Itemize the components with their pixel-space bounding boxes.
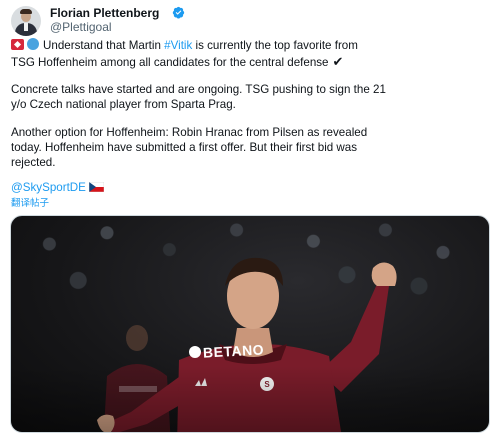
sponsor-logo-icon: [189, 346, 201, 358]
tsg-flag-icon: [11, 39, 24, 50]
tweet-text-line-4: y/o Czech national player from Sparta Pr…: [11, 98, 236, 111]
tweet-text-line-3: Concrete talks have started and are ongo…: [11, 83, 386, 96]
jersey-sponsor-text: BETANO: [202, 341, 265, 361]
verified-badge-icon: [172, 6, 185, 19]
mention-line: @SkySportDE: [11, 180, 104, 195]
tweet-photo[interactable]: S BETANO: [10, 215, 490, 433]
tweet-text-line-5: Another option for Hoffenheim: Robin Hra…: [11, 126, 368, 139]
hashtag-link[interactable]: #Vitik: [164, 39, 192, 52]
author-handle[interactable]: @Plettigoal: [50, 20, 112, 34]
czech-flag-icon: [88, 182, 104, 192]
tweet-text-segment: Understand that Martin: [43, 39, 165, 52]
translate-post-link[interactable]: 翻译帖子: [11, 195, 49, 209]
mention-link[interactable]: @SkySportDE: [11, 181, 86, 194]
tweet-text-segment: TSG Hoffenheim among all candidates for …: [11, 56, 329, 69]
tweet-text-line-6: today. Hoffenheim have submitted a first…: [11, 141, 358, 154]
tweet-card: Florian Plettenberg @Plettigoal Understa…: [0, 0, 500, 440]
tweet-text-line-7: rejected.: [11, 156, 56, 169]
author-avatar[interactable]: [11, 6, 41, 36]
tweet-text-segment: is currently the top favorite from: [192, 39, 358, 52]
tweet-text-line-1: Understand that Martin #Vitik is current…: [11, 38, 358, 53]
author-display-name[interactable]: Florian Plettenberg: [50, 6, 159, 20]
tweet-text-line-2: TSG Hoffenheim among all candidates for …: [11, 54, 343, 70]
blue-circle-icon: [27, 38, 39, 50]
check-mark-icon: ✔: [332, 54, 344, 69]
photo-shade: [11, 366, 489, 432]
